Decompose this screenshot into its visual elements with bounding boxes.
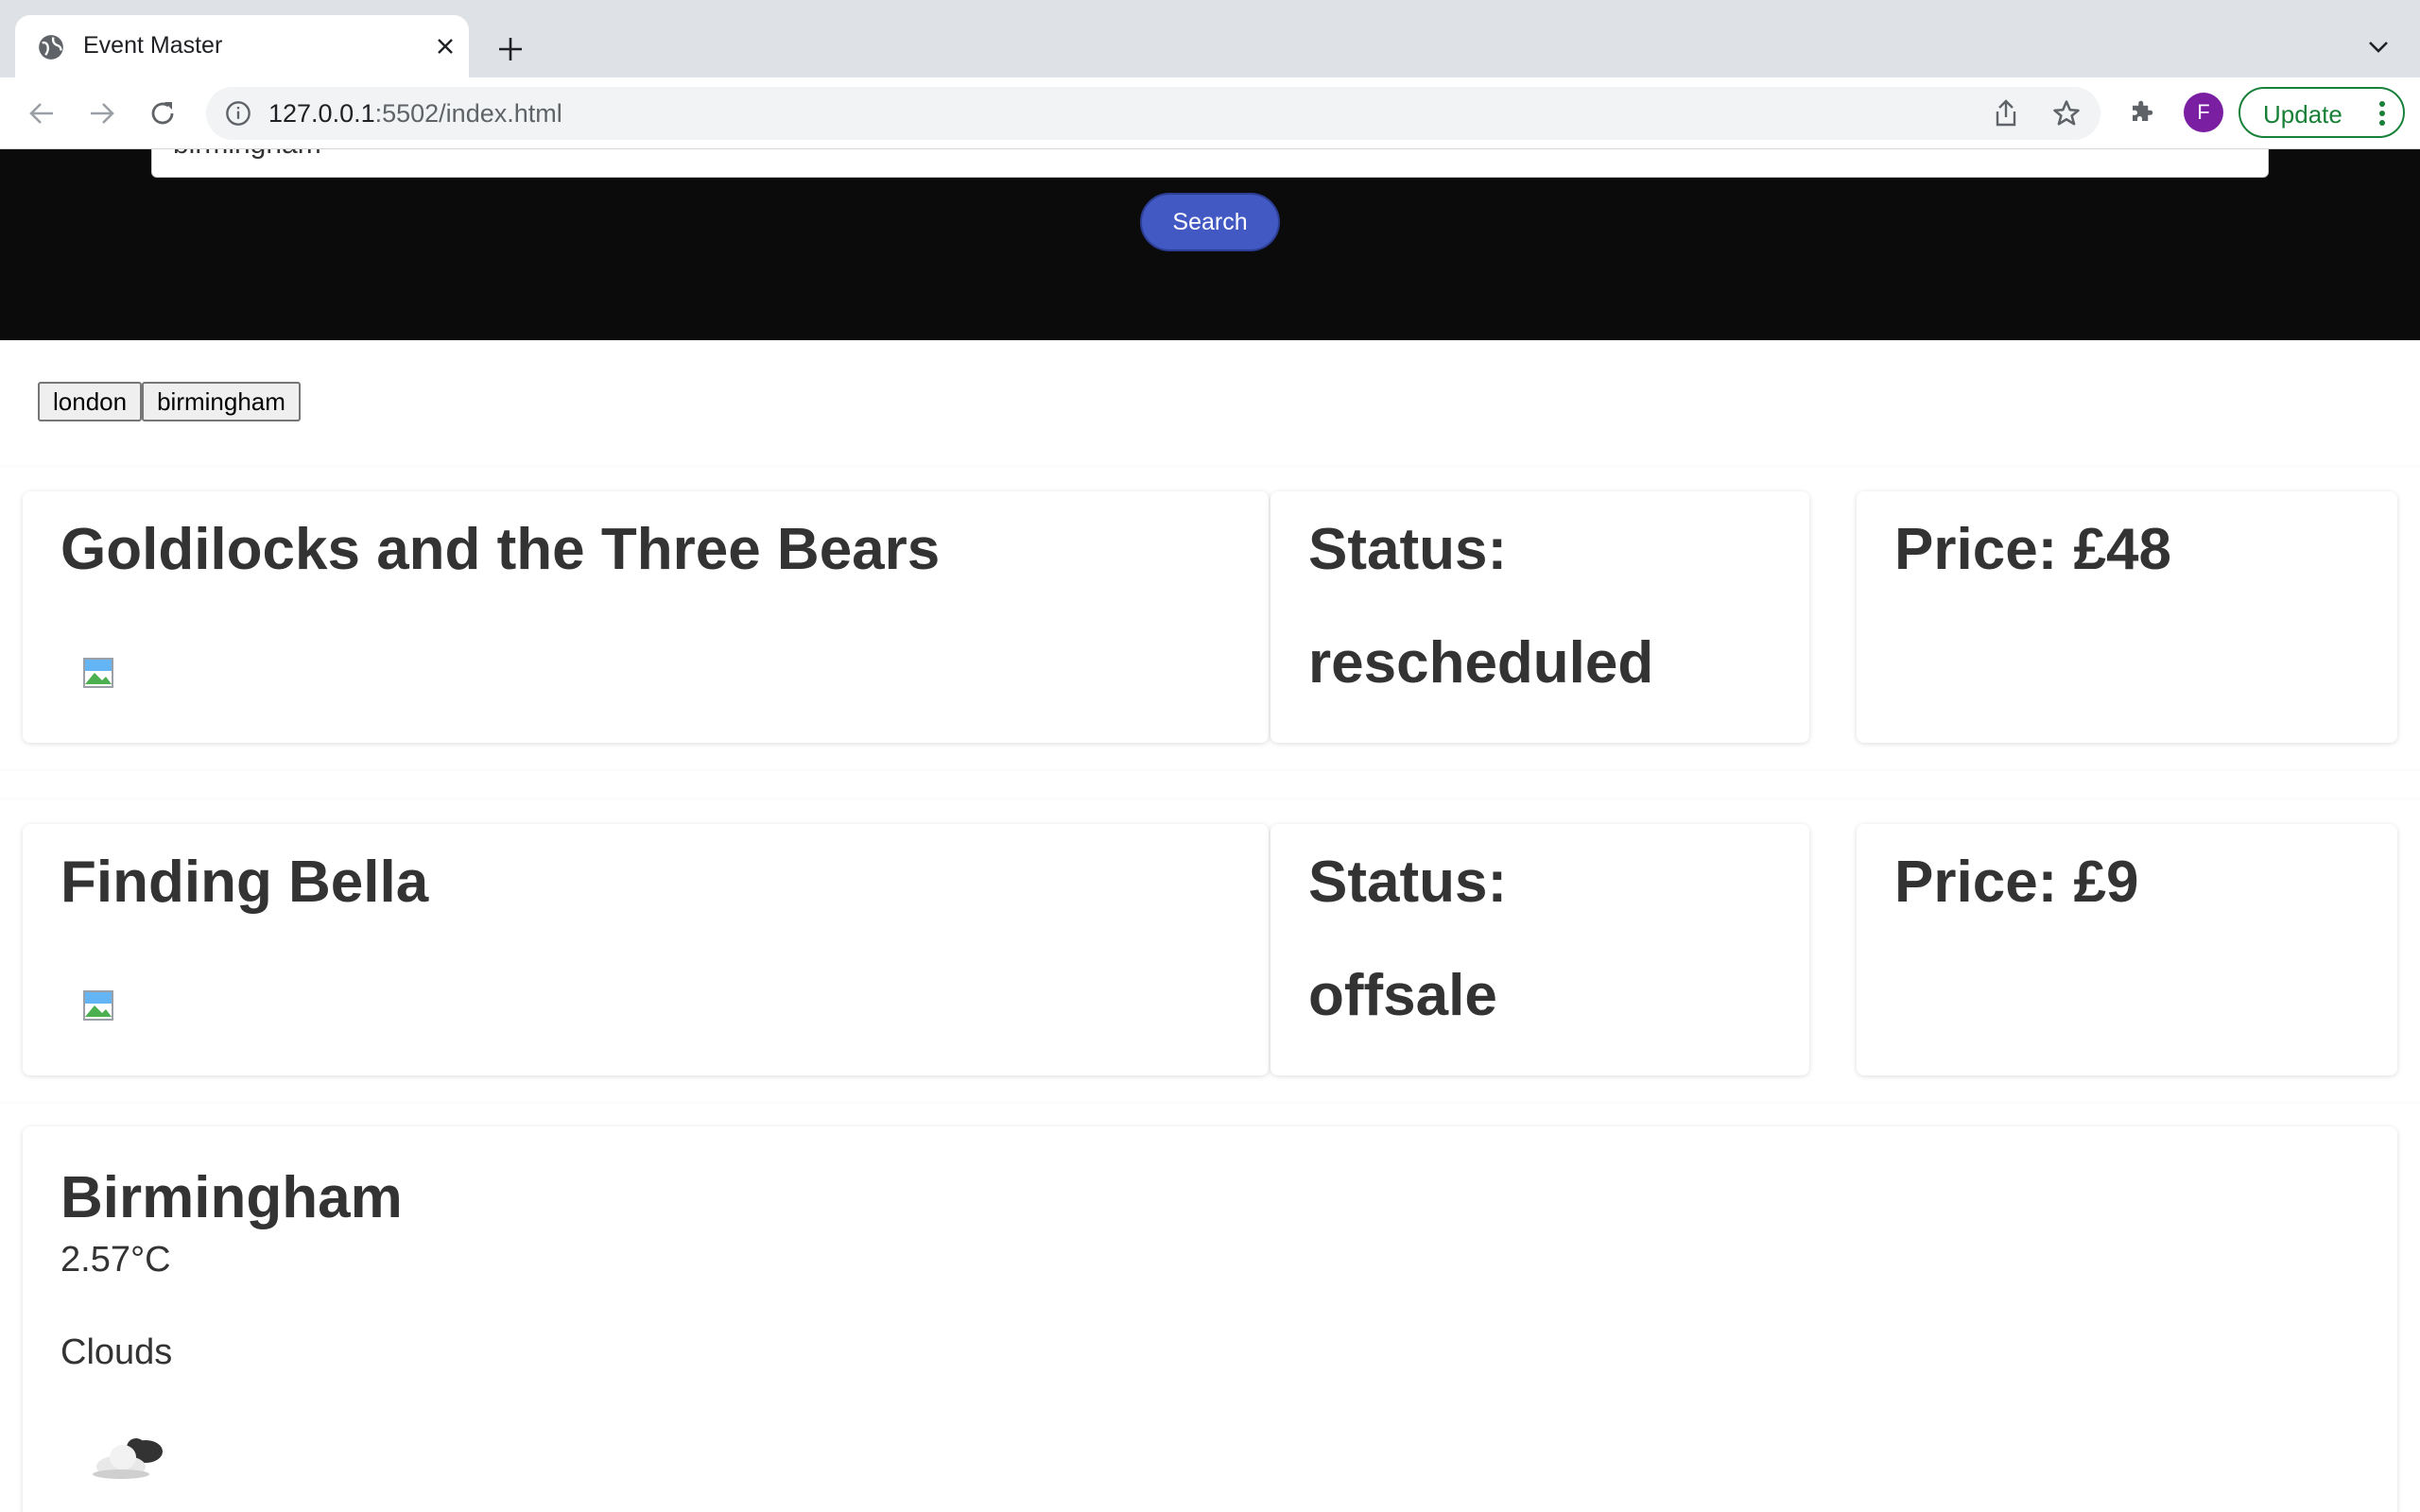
status-value: rescheduled (1308, 630, 1654, 696)
info-icon[interactable] (225, 100, 251, 127)
weather-temperature: 2.57°C (60, 1240, 171, 1280)
weather-description: Clouds (60, 1332, 173, 1372)
browser-tab[interactable]: Event Master (15, 15, 469, 77)
search-button[interactable]: Search (1140, 193, 1280, 251)
search-input[interactable] (151, 149, 2269, 178)
reload-button[interactable] (144, 94, 182, 132)
event-price-card: Price: £9 (1857, 824, 2397, 1075)
reload-icon (151, 102, 174, 125)
event-row: Goldilocks and the Three Bears Status: r… (0, 467, 2420, 769)
event-price: Price: £48 (1894, 517, 2171, 582)
new-tab-button[interactable] (492, 30, 529, 68)
event-price-card: Price: £48 (1857, 491, 2397, 743)
broken-image-icon (83, 658, 113, 688)
status-value: offsale (1308, 963, 1497, 1028)
weather-city: Birmingham (60, 1165, 403, 1230)
update-button[interactable]: Update (2238, 87, 2405, 138)
broken-image-icon (83, 990, 113, 1021)
url-text: 127.0.0.1:5502/index.html (268, 99, 562, 128)
arrow-right-icon (91, 103, 114, 124)
update-label: Update (2263, 100, 2342, 129)
weather-card: Birmingham 2.57°C Clouds (23, 1126, 2397, 1512)
status-label: Status: (1308, 850, 1508, 915)
tab-title: Event Master (83, 32, 223, 59)
close-icon[interactable] (431, 32, 459, 60)
chevron-down-icon (2369, 42, 2388, 53)
event-status-card: Status: rescheduled (1270, 491, 1809, 743)
status-label: Status: (1308, 517, 1508, 582)
back-button[interactable] (23, 94, 60, 132)
clouds-icon (93, 1438, 163, 1479)
share-icon[interactable] (1989, 96, 2023, 130)
browser-toolbar: 127.0.0.1:5502/index.html F Update (0, 77, 2420, 149)
browser-tab-strip: Event Master (0, 0, 2420, 77)
plus-icon (499, 38, 522, 60)
address-bar[interactable]: 127.0.0.1:5502/index.html (206, 87, 2100, 140)
profile-avatar[interactable]: F (2184, 93, 2223, 132)
event-price: Price: £9 (1894, 850, 2139, 915)
history-button-london[interactable]: london (38, 382, 143, 421)
bookmark-star-icon[interactable] (2049, 96, 2083, 130)
event-title-card: Finding Bella (23, 824, 1269, 1075)
history-button-birmingham[interactable]: birmingham (142, 382, 301, 421)
extensions-icon[interactable] (2121, 91, 2163, 132)
search-history: london birmingham (38, 382, 301, 421)
globe-icon (39, 35, 63, 60)
event-status-card: Status: offsale (1270, 824, 1809, 1075)
event-title: Finding Bella (60, 850, 429, 915)
tab-search-button[interactable] (2358, 28, 2399, 66)
forward-button[interactable] (83, 94, 121, 132)
event-row: Finding Bella Status: offsale Price: £9 (0, 799, 2420, 1102)
search-hero: Search (0, 149, 2420, 340)
event-title-card: Goldilocks and the Three Bears (23, 491, 1269, 743)
more-vert-icon[interactable] (2371, 96, 2394, 130)
event-title: Goldilocks and the Three Bears (60, 517, 941, 582)
arrow-left-icon (29, 103, 53, 124)
